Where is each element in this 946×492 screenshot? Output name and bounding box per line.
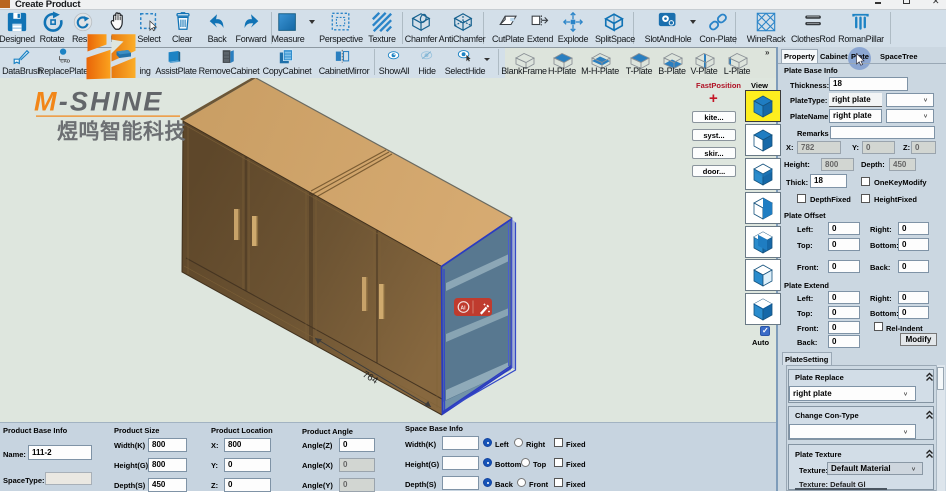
svg-text:AI: AI	[461, 305, 467, 311]
svg-text:M-SHINE: M-SHINE	[34, 87, 163, 117]
svg-text:煜鸣智能科技: 煜鸣智能科技	[57, 120, 186, 144]
